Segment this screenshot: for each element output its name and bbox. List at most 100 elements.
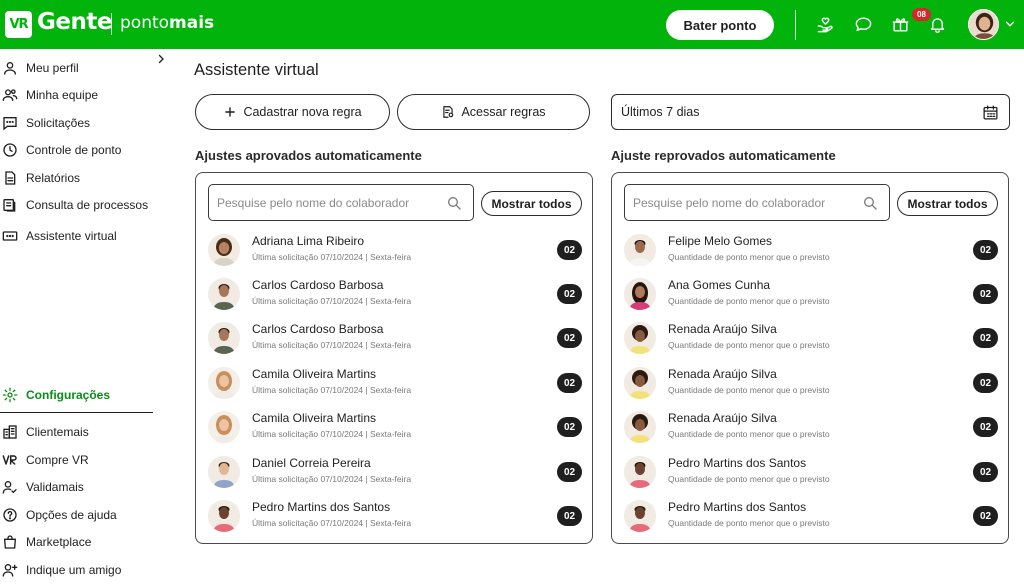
sidebar-item-opcoes-de-ajuda[interactable]: Opções de ajuda (0, 504, 160, 526)
sidebar-item-assistente-virtual[interactable]: Assistente virtual (0, 225, 160, 247)
count-badge: 02 (557, 417, 582, 437)
count-badge: 02 (557, 284, 582, 304)
table-row[interactable]: Pedro Martins dos Santos Última solicita… (208, 496, 582, 536)
count-badge: 02 (973, 284, 998, 304)
sidebar-divider (0, 412, 153, 413)
count-badge: 02 (557, 506, 582, 526)
team-icon (1, 86, 19, 104)
sidebar-item-solicitacoes[interactable]: Solicitações (0, 112, 160, 134)
avatar (208, 234, 240, 266)
row-subtitle: Quantidade de ponto menor que o previsto (668, 252, 830, 262)
sidebar-item-label: Assistente virtual (26, 229, 117, 243)
gift-icon[interactable] (889, 13, 911, 35)
approved-panel: Mostrar todos Adriana Lima Ribeiro Últim… (195, 172, 593, 544)
rejected-section-title: Ajuste reprovados automaticamente (611, 148, 836, 163)
table-row[interactable]: Ana Gomes Cunha Quantidade de ponto meno… (624, 274, 998, 314)
acessar-label: Acessar regras (461, 105, 546, 119)
count-badge: 02 (557, 373, 582, 393)
help-icon (1, 506, 19, 524)
sidebar-item-label: Clientemais (26, 425, 89, 439)
sidebar-item-marketplace[interactable]: Marketplace (0, 531, 160, 553)
user-icon (1, 59, 19, 77)
row-subtitle: Quantidade de ponto menor que o previsto (668, 474, 830, 484)
sidebar-item-indique-um-amigo[interactable]: Indique um amigo (0, 559, 160, 581)
plus-icon (225, 107, 236, 117)
chevron-down-icon[interactable] (1003, 17, 1017, 31)
sidebar-item-configuracoes[interactable]: Configurações (0, 384, 160, 406)
row-name: Carlos Cardoso Barbosa (252, 322, 384, 336)
user-check-icon (1, 478, 19, 496)
table-row[interactable]: Pedro Martins dos Santos Quantidade de p… (624, 496, 998, 536)
search-icon[interactable] (446, 195, 462, 211)
count-badge: 02 (973, 240, 998, 260)
notification-badge: 08 (912, 8, 931, 21)
document-icon (1, 169, 19, 187)
table-row[interactable]: Pedro Martins dos Santos Quantidade de p… (624, 452, 998, 492)
table-row[interactable]: Camila Oliveira Martins Última solicitaç… (208, 407, 582, 447)
sidebar-item-controle-de-ponto[interactable]: Controle de ponto (0, 139, 160, 161)
cadastrar-nova-regra-button[interactable]: Cadastrar nova regra (195, 94, 390, 130)
brand-ponto-bold: mais (169, 13, 215, 33)
sidebar-item-clientemais[interactable]: Clientemais (0, 421, 160, 443)
table-row[interactable]: Camila Oliveira Martins Última solicitaç… (208, 363, 582, 403)
approved-search-box[interactable] (208, 184, 474, 221)
table-row[interactable]: Felipe Melo Gomes Quantidade de ponto me… (624, 230, 998, 270)
vr-logo[interactable]: VR (5, 11, 32, 38)
row-name: Carlos Cardoso Barbosa (252, 278, 384, 292)
count-badge: 02 (973, 462, 998, 482)
avatar (208, 500, 240, 532)
row-subtitle: Quantidade de ponto menor que o previsto (668, 340, 830, 350)
approved-search-input[interactable] (217, 187, 447, 218)
table-row[interactable]: Adriana Lima Ribeiro Última solicitação … (208, 230, 582, 270)
count-badge: 02 (973, 373, 998, 393)
rejected-search-box[interactable] (624, 184, 890, 221)
sidebar-item-compre-vr[interactable]: Compre VR (0, 449, 160, 471)
sidebar-item-relatorios[interactable]: Relatórios (0, 167, 160, 189)
user-avatar[interactable] (968, 9, 999, 40)
sidebar-item-meu-perfil[interactable]: Meu perfil (0, 57, 160, 79)
row-name: Pedro Martins dos Santos (668, 500, 807, 514)
avatar (624, 500, 656, 532)
count-badge: 02 (557, 240, 582, 260)
row-subtitle: Última solicitação 07/10/2024 | Sexta-fe… (252, 252, 412, 262)
date-range-value: Últimos 7 dias (621, 105, 700, 119)
table-row[interactable]: Renada Araújo Silva Quantidade de ponto … (624, 363, 998, 403)
bater-ponto-button[interactable]: Bater ponto (666, 10, 774, 40)
table-row[interactable]: Carlos Cardoso Barbosa Última solicitaçã… (208, 274, 582, 314)
sidebar-item-consulta-de-processos[interactable]: Consulta de processos (0, 194, 160, 216)
acessar-regras-button[interactable]: Acessar regras (397, 94, 590, 130)
row-name: Camila Oliveira Martins (252, 411, 377, 425)
sidebar-item-validamais[interactable]: Validamais (0, 476, 160, 498)
brand-pontomais: pontomais (120, 13, 214, 33)
avatar (208, 322, 240, 354)
shopping-bag-icon (1, 533, 19, 551)
row-name: Daniel Correia Pereira (252, 456, 371, 470)
calendar-icon[interactable] (982, 104, 999, 121)
sidebar-item-label: Compre VR (26, 453, 89, 467)
table-row[interactable]: Carlos Cardoso Barbosa Última solicitaçã… (208, 318, 582, 358)
table-row[interactable]: Renada Araújo Silva Quantidade de ponto … (624, 407, 998, 447)
brand-gente: Gente (37, 9, 112, 35)
sidebar-item-label: Indique um amigo (26, 563, 122, 577)
row-name: Pedro Martins dos Santos (252, 500, 391, 514)
sidebar-item-label: Validamais (26, 480, 84, 494)
rejected-show-all-button[interactable]: Mostrar todos (897, 191, 998, 216)
row-name: Renada Araújo Silva (668, 322, 777, 336)
top-header: VR Gente pontomais Bater ponto 08 (0, 0, 1024, 49)
clock-icon (1, 141, 19, 159)
table-row[interactable]: Daniel Correia Pereira Última solicitaçã… (208, 452, 582, 492)
date-range-select[interactable]: Últimos 7 dias (611, 94, 1010, 130)
avatar (208, 367, 240, 399)
table-row[interactable]: Renada Araújo Silva Quantidade de ponto … (624, 318, 998, 358)
rejected-search-input[interactable] (633, 187, 863, 218)
gear-icon (1, 386, 19, 404)
chat-icon[interactable] (852, 13, 874, 35)
row-name: Renada Araújo Silva (668, 367, 777, 381)
user-add-icon (1, 561, 19, 579)
search-icon[interactable] (862, 195, 878, 211)
brand-ponto-regular: ponto (120, 13, 170, 33)
approved-show-all-button[interactable]: Mostrar todos (481, 191, 582, 216)
sidebar-item-minha-equipe[interactable]: Minha equipe (0, 84, 160, 106)
heart-hand-icon[interactable] (814, 13, 836, 35)
count-badge: 02 (557, 328, 582, 348)
